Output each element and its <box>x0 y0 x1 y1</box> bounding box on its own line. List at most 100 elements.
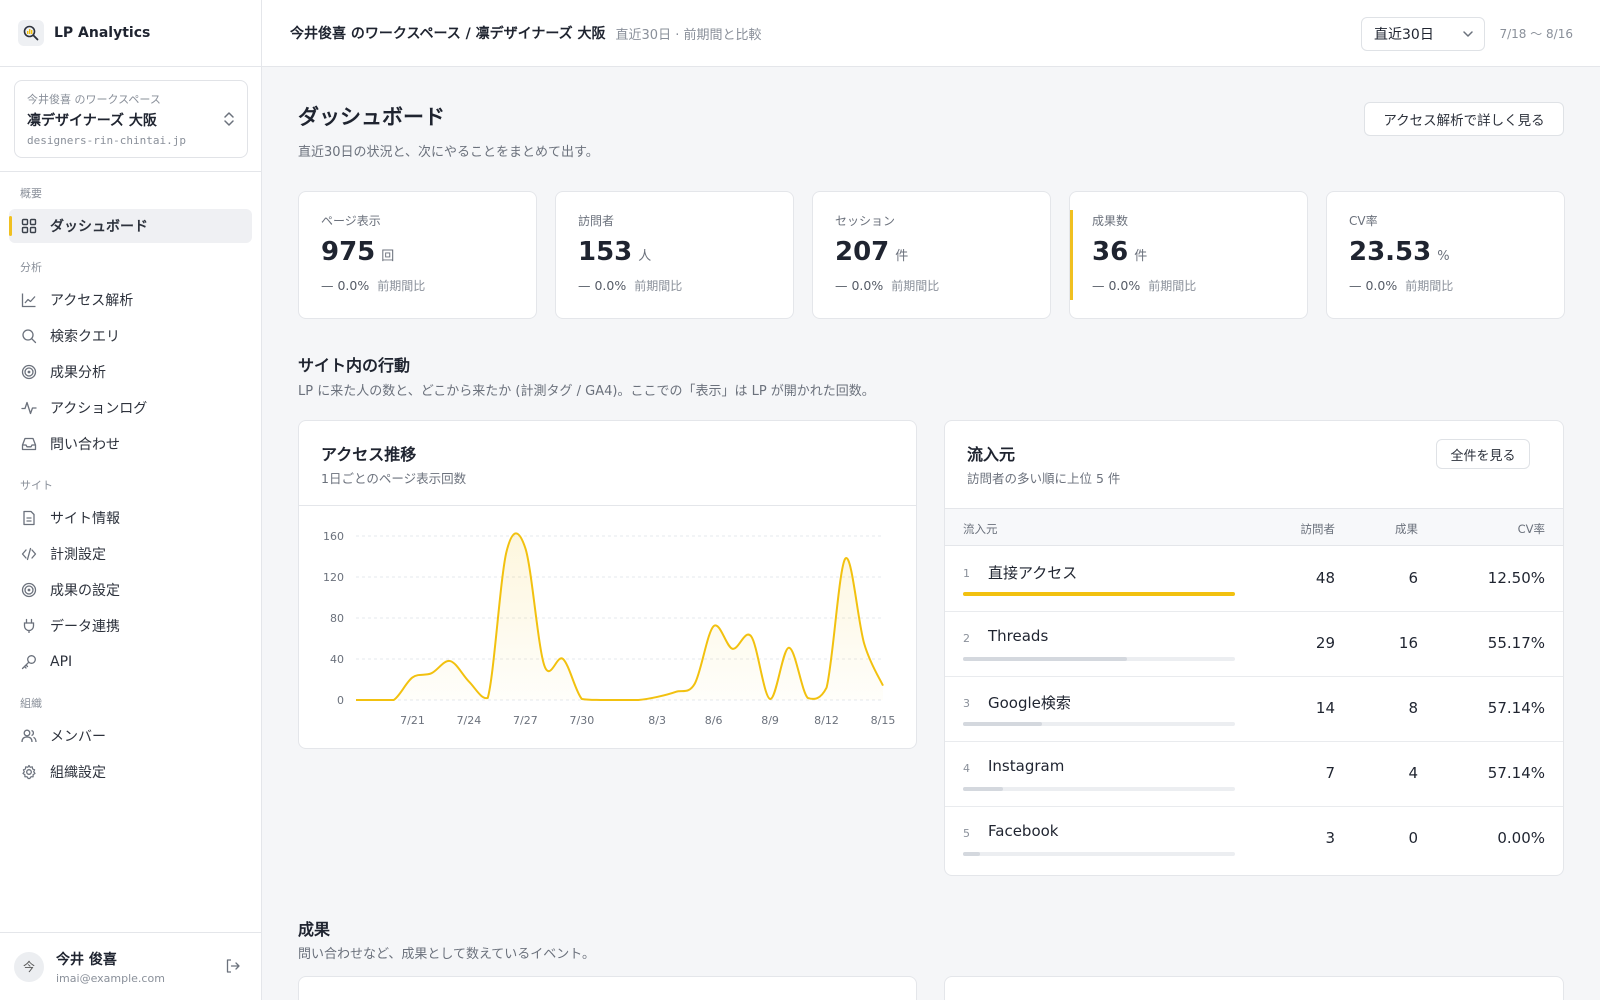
kpi-unit: 件 <box>1134 249 1148 264</box>
logout-icon[interactable] <box>225 958 241 974</box>
workspace-owner: 今井俊喜 のワークスペース <box>27 93 161 106</box>
sidebar-item-label: 成果の設定 <box>50 583 120 599</box>
sidebar-item-site-info[interactable]: サイト情報 <box>9 501 252 535</box>
nav-group-site: サイト <box>20 479 53 492</box>
avatar: 今 <box>14 951 44 982</box>
brand[interactable]: LP Analytics <box>0 0 261 67</box>
column-header-source: 流入元 <box>963 522 998 536</box>
sidebar-item-action-log[interactable]: アクションログ <box>9 391 252 425</box>
row-cvr: 12.50% <box>1487 569 1545 587</box>
row-share-bar-fill <box>963 852 981 856</box>
chevron-up-down-icon <box>224 112 234 126</box>
table-row[interactable]: 2 Threads 29 16 55.17% <box>945 612 1563 677</box>
sidebar-item-members[interactable]: メンバー <box>9 719 252 753</box>
row-rank: 5 <box>963 827 970 840</box>
row-conversions: 4 <box>1408 764 1418 782</box>
sidebar-item-search-queries[interactable]: 検索クエリ <box>9 319 252 353</box>
key-icon <box>21 655 36 670</box>
series-area <box>356 533 883 700</box>
kpi-value: 975 <box>321 237 376 267</box>
kpi-label: 訪問者 <box>578 214 615 228</box>
chevron-down-icon <box>1463 31 1473 37</box>
table-row[interactable]: 1 直接アクセス 48 6 12.50% <box>945 547 1563 612</box>
row-visitors: 29 <box>1315 634 1335 652</box>
x-tick-label: 8/12 <box>814 714 839 727</box>
row-rank: 2 <box>963 632 970 645</box>
search-icon <box>22 329 37 344</box>
sidebar-item-label: 問い合わせ <box>50 437 120 453</box>
table-row[interactable]: 4 Instagram 7 4 57.14% <box>945 742 1563 807</box>
brand-name: LP Analytics <box>54 25 151 41</box>
sidebar-item-label: 成果分析 <box>50 365 106 381</box>
traffic-sources-card: 流入元 訪問者の多い順に上位 5 件 全件を見る 流入元 訪問者 成果 CV率 … <box>944 420 1564 876</box>
view-all-sources-button[interactable]: 全件を見る <box>1436 439 1530 469</box>
sidebar-item-label: アクセス解析 <box>50 293 134 309</box>
row-rank: 1 <box>963 567 970 580</box>
kpi-compare-label: 前期間比 <box>377 279 426 293</box>
row-source-name: Google検索 <box>988 694 1071 712</box>
table-row[interactable]: 5 Facebook 3 0 0.00% <box>945 807 1563 872</box>
target-icon <box>21 582 37 598</box>
kpi-unit: 回 <box>381 249 395 264</box>
y-tick-label: 0 <box>337 694 344 707</box>
kpi-unit: % <box>1437 249 1450 264</box>
sidebar-item-data-integration[interactable]: データ連携 <box>9 609 252 643</box>
sidebar-item-api[interactable]: API <box>9 645 252 679</box>
sidebar-item-conversion-settings[interactable]: 成果の設定 <box>9 573 252 607</box>
kpi-compare-label: 前期間比 <box>1148 279 1197 293</box>
kpi-compare-label: 前期間比 <box>891 279 940 293</box>
user-name: 今井 俊喜 <box>56 951 117 968</box>
row-visitors: 7 <box>1325 764 1335 782</box>
kpi-value: 23.53 <box>1349 237 1432 267</box>
user-email: imai@example.com <box>56 971 165 985</box>
kpi-delta-value: 0.0% <box>337 278 370 293</box>
sidebar-item-access-analysis[interactable]: アクセス解析 <box>9 283 252 317</box>
workspace-switcher[interactable]: 今井俊喜 のワークスペース 凛デザイナーズ 大阪 designers-rin-c… <box>14 80 248 158</box>
row-rank: 4 <box>963 762 970 775</box>
inbox-icon <box>21 437 37 451</box>
x-tick-label: 8/6 <box>705 714 723 727</box>
user-profile[interactable]: 今 今井 俊喜 imai@example.com <box>0 932 261 1000</box>
page-title: ダッシュボード <box>298 105 445 129</box>
kpi-delta: — 0.0% 前期間比 <box>321 278 426 293</box>
breadcrumb[interactable]: 今井俊喜 のワークスペース / 凛デザイナーズ 大阪 <box>290 23 606 43</box>
activity-icon <box>21 401 37 415</box>
section-description-behavior: LP に来た人の数と、どこから来たか (計測タグ / GA4)。ここでの「表示」… <box>298 384 875 399</box>
row-rank: 3 <box>963 697 970 710</box>
nav-group-analysis: 分析 <box>20 261 42 274</box>
sidebar-item-inquiries[interactable]: 問い合わせ <box>9 427 252 461</box>
gear-icon <box>22 764 36 780</box>
period-select[interactable]: 直近30日 <box>1361 17 1485 51</box>
grid-icon <box>21 218 37 234</box>
kpi-label: セッション <box>835 214 896 228</box>
target-icon <box>21 364 37 380</box>
access-analysis-detail-button[interactable]: アクセス解析で詳しく見る <box>1364 102 1564 136</box>
kpi-label: CV率 <box>1349 214 1378 228</box>
kpi-delta-value: 0.0% <box>1108 278 1141 293</box>
row-share-bar <box>963 722 1235 726</box>
column-header-conversions: 成果 <box>1395 522 1418 536</box>
plug-icon <box>23 618 35 633</box>
row-share-bar <box>963 787 1235 791</box>
sidebar-item-label: データ連携 <box>50 619 120 635</box>
sidebar: LP Analytics 今井俊喜 のワークスペース 凛デザイナーズ 大阪 de… <box>0 0 262 1000</box>
row-conversions: 0 <box>1408 829 1418 847</box>
kpi-value: 36 <box>1092 237 1129 267</box>
kpi-delta-value: 0.0% <box>1365 278 1398 293</box>
table-row[interactable]: 3 Google検索 14 8 57.14% <box>945 677 1563 742</box>
kpi-label: 成果数 <box>1092 214 1129 228</box>
y-tick-label: 80 <box>330 612 344 625</box>
row-cvr: 57.14% <box>1487 699 1545 717</box>
row-visitors: 48 <box>1315 569 1335 587</box>
y-tick-label: 160 <box>323 530 344 543</box>
sidebar-item-tracking-settings[interactable]: 計測設定 <box>9 537 252 571</box>
sidebar-item-dashboard[interactable]: ダッシュボード <box>9 209 252 243</box>
kpi-delta-value: 0.0% <box>594 278 627 293</box>
kpi-delta: — 0.0% 前期間比 <box>578 278 683 293</box>
access-line-chart: 0 40 80 120 160 7/21 7/24 7/27 7/30 8/3 8/6 8/9 8/12… <box>323 530 895 727</box>
row-source-name: Facebook <box>988 822 1059 840</box>
section-title-behavior: サイト内の行動 <box>298 356 411 375</box>
sidebar-item-org-settings[interactable]: 組織設定 <box>9 755 252 789</box>
sidebar-item-conversion-analysis[interactable]: 成果分析 <box>9 355 252 389</box>
sources-title: 流入元 <box>967 445 1016 464</box>
